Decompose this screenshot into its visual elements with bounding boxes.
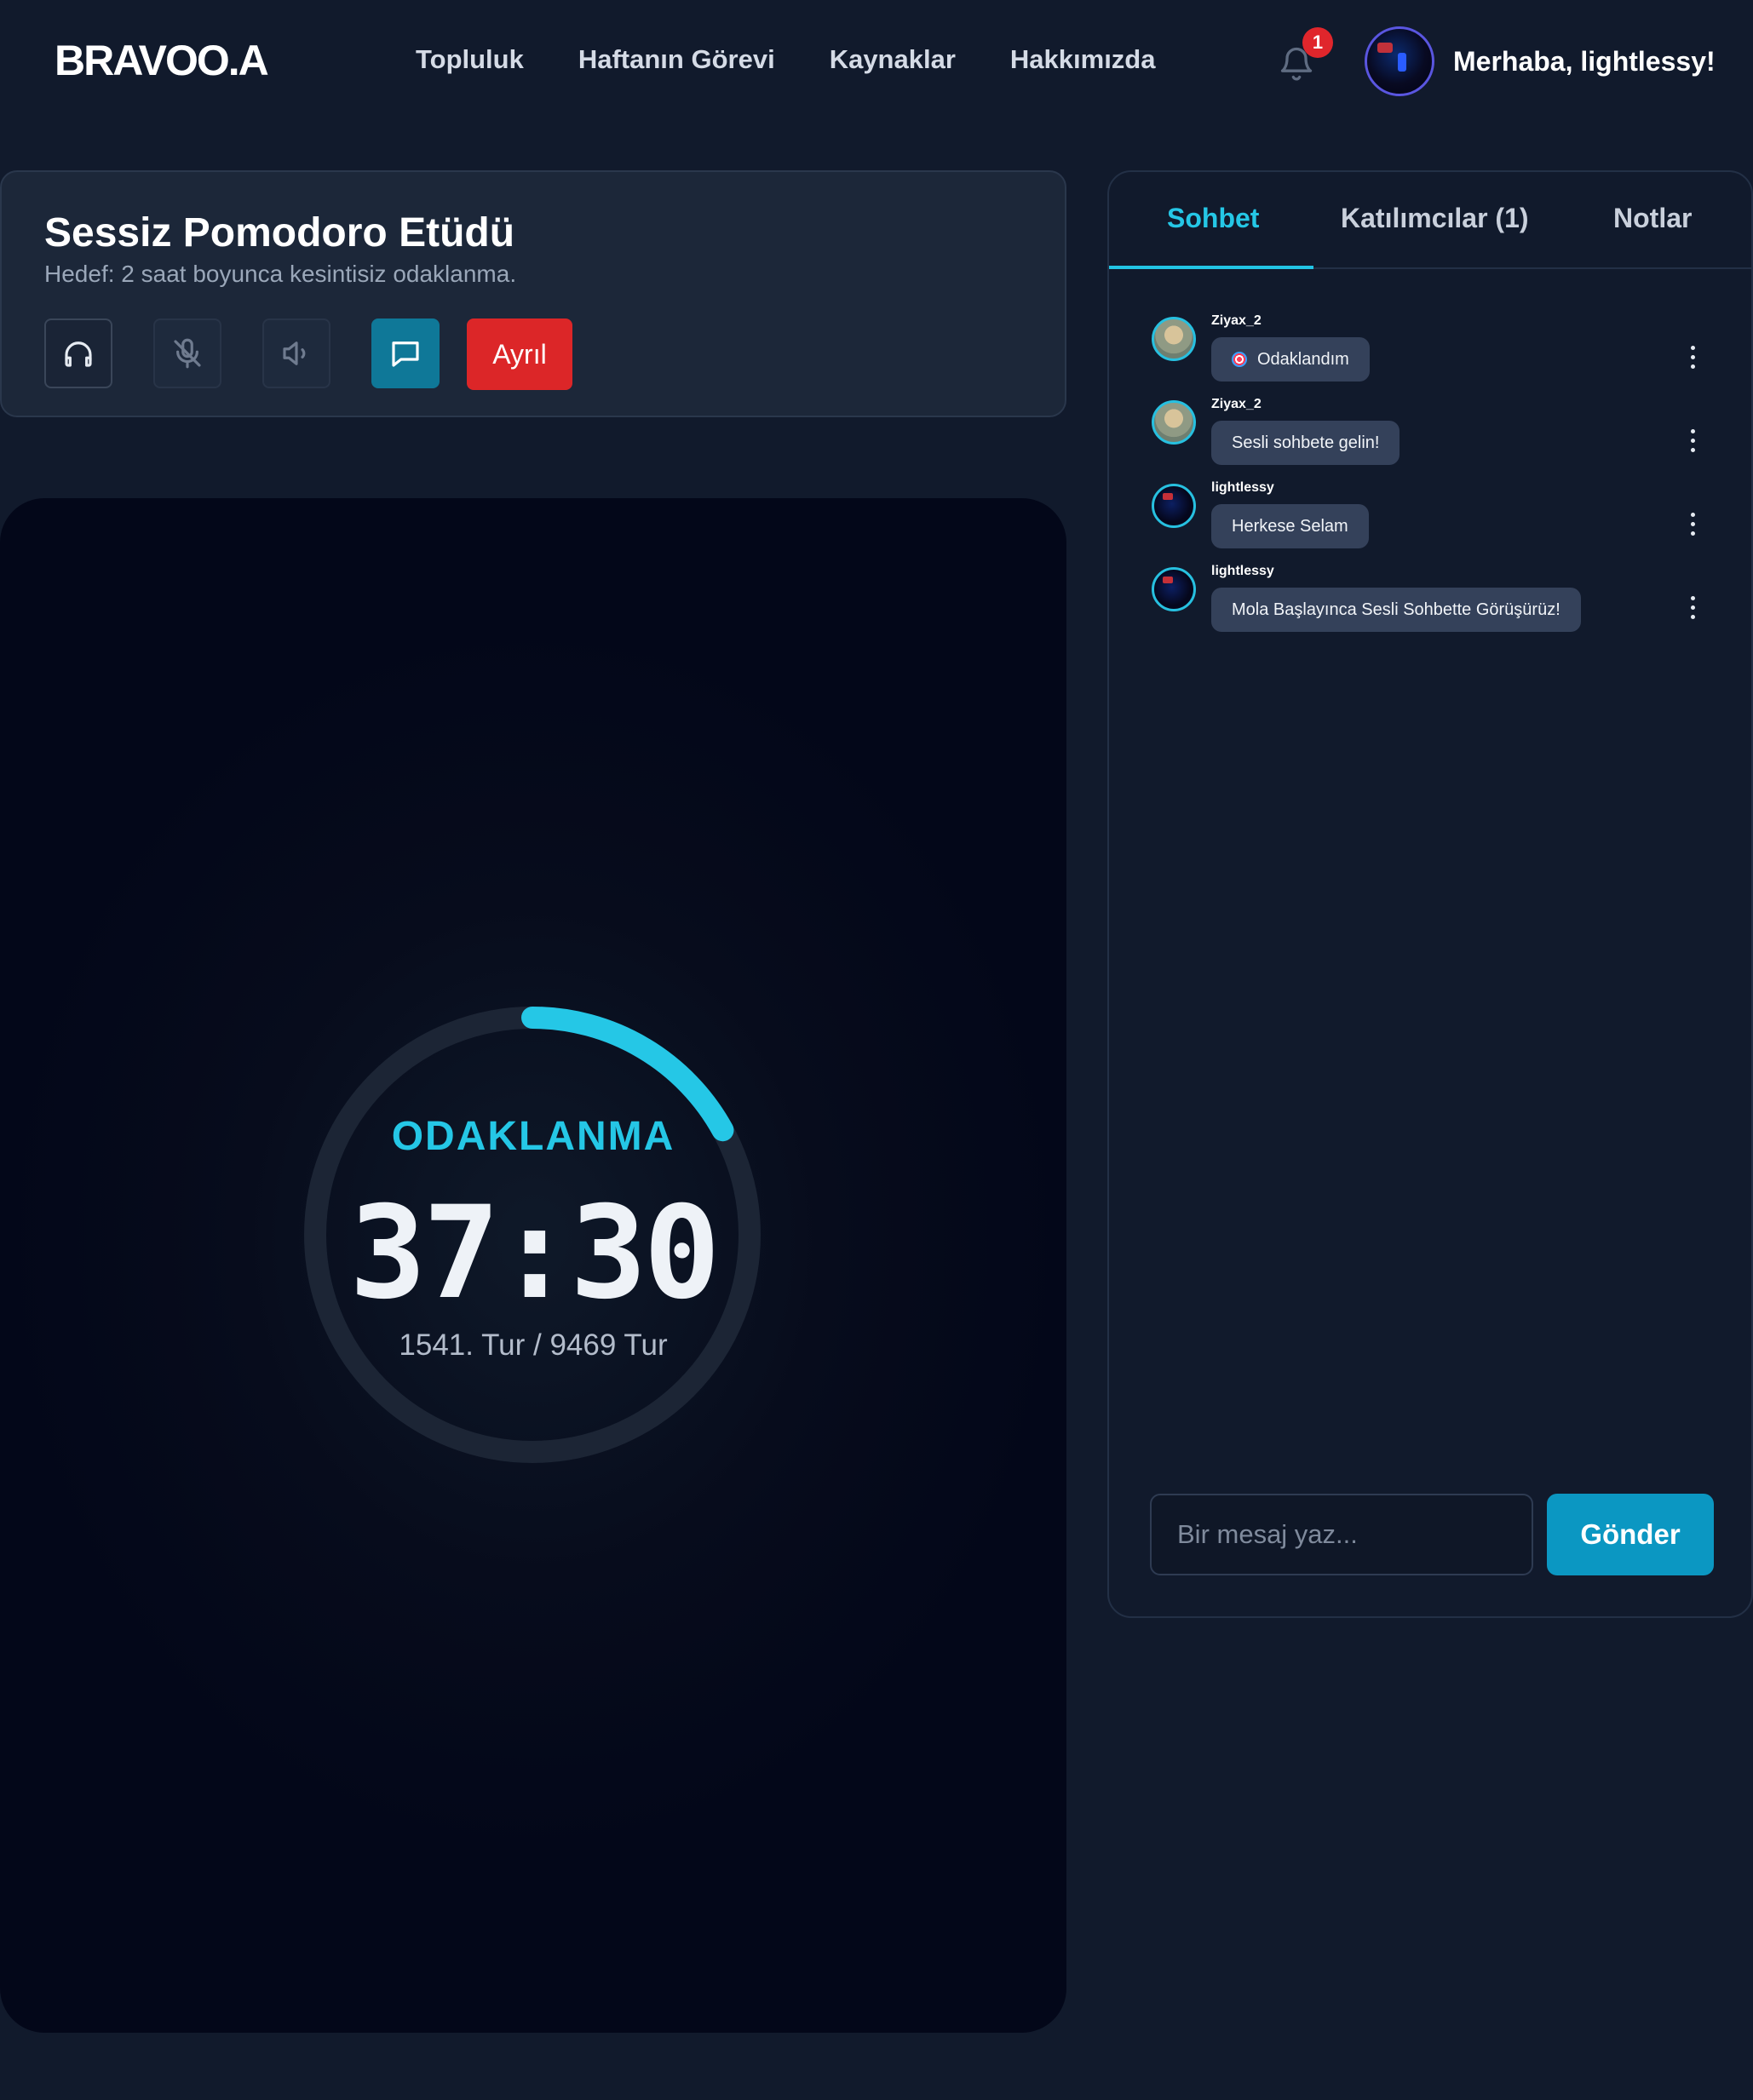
mic-toggle-button[interactable] bbox=[153, 318, 221, 388]
target-icon bbox=[1232, 352, 1247, 367]
message-bubble: Sesli sohbete gelin! bbox=[1211, 421, 1400, 465]
tab-sohbet[interactable]: Sohbet bbox=[1167, 203, 1259, 234]
headphones-button[interactable] bbox=[44, 318, 112, 388]
side-panel: Sohbet Katılımcılar (1) Notlar Ziyax_2 O… bbox=[1107, 170, 1753, 1618]
timer-countdown: 37:30 bbox=[349, 1179, 721, 1328]
more-options-icon[interactable] bbox=[1678, 339, 1709, 376]
nav-link-hakkimizda[interactable]: Hakkımızda bbox=[1010, 44, 1156, 75]
chat-message: lightlessy Herkese Selam bbox=[1152, 480, 1714, 562]
message-author: Ziyax_2 bbox=[1211, 397, 1262, 411]
chat-message: Ziyax_2 Sesli sohbete gelin! bbox=[1152, 397, 1714, 479]
avatar[interactable] bbox=[1152, 484, 1196, 528]
nav-links: Topluluk Haftanın Görevi Kaynaklar Hakkı… bbox=[416, 44, 1155, 75]
message-text: Odaklandım bbox=[1257, 349, 1349, 369]
user-avatar[interactable] bbox=[1365, 26, 1434, 96]
message-author: lightlessy bbox=[1211, 564, 1274, 578]
message-text: Herkese Selam bbox=[1232, 516, 1348, 536]
message-author: lightlessy bbox=[1211, 480, 1274, 495]
speaker-button[interactable] bbox=[262, 318, 330, 388]
avatar[interactable] bbox=[1152, 400, 1196, 445]
more-options-icon[interactable] bbox=[1678, 506, 1709, 543]
avatar[interactable] bbox=[1152, 317, 1196, 361]
tab-notlar[interactable]: Notlar bbox=[1613, 203, 1692, 234]
speaker-icon bbox=[283, 341, 306, 365]
message-bubble: Herkese Selam bbox=[1211, 504, 1369, 548]
more-options-icon[interactable] bbox=[1678, 422, 1709, 460]
headphones-icon bbox=[65, 341, 92, 367]
message-author: Ziyax_2 bbox=[1211, 313, 1262, 328]
nav-link-kaynaklar[interactable]: Kaynaklar bbox=[830, 44, 956, 75]
room-goal: Hedef: 2 saat boyunca kesintisiz odaklan… bbox=[44, 261, 517, 287]
navbar: BRAVOO.A Topluluk Haftanın Görevi Kaynak… bbox=[0, 0, 1753, 123]
chat-button[interactable] bbox=[371, 318, 440, 388]
message-bubble: Odaklandım bbox=[1211, 337, 1370, 382]
room-title: Sessiz Pomodoro Etüdü bbox=[44, 210, 515, 255]
logo[interactable]: BRAVOO.A bbox=[55, 36, 269, 85]
active-tab-indicator bbox=[1109, 266, 1313, 269]
message-text: Sesli sohbete gelin! bbox=[1232, 433, 1380, 452]
mic-off-icon bbox=[174, 338, 201, 369]
send-button[interactable]: Gönder bbox=[1547, 1494, 1714, 1575]
message-text: Mola Başlayınca Sesli Sohbette Görüşürüz… bbox=[1232, 600, 1560, 619]
timer-round-counter: 1541. Tur / 9469 Tur bbox=[399, 1328, 668, 1362]
chat-message: lightlessy Mola Başlayınca Sesli Sohbett… bbox=[1152, 564, 1714, 645]
message-bubble: Mola Başlayınca Sesli Sohbette Görüşürüz… bbox=[1211, 588, 1581, 632]
room-header-card: Sessiz Pomodoro Etüdü Hedef: 2 saat boyu… bbox=[0, 170, 1066, 417]
tab-katilimcilar[interactable]: Katılımcılar (1) bbox=[1341, 203, 1529, 234]
notification-badge: 1 bbox=[1302, 27, 1333, 58]
message-input[interactable] bbox=[1150, 1494, 1533, 1575]
chat-message: Ziyax_2 Odaklandım bbox=[1152, 313, 1714, 395]
user-greeting: Merhaba, lightlessy! bbox=[1453, 46, 1716, 77]
nav-link-haftanin-gorevi[interactable]: Haftanın Görevi bbox=[578, 44, 775, 75]
timer-panel: ODAKLANMA 37:30 1541. Tur / 9469 Tur bbox=[0, 498, 1066, 2033]
side-tabs: Sohbet Katılımcılar (1) Notlar bbox=[1109, 172, 1753, 269]
chat-icon bbox=[392, 341, 419, 367]
nav-link-topluluk[interactable]: Topluluk bbox=[416, 44, 524, 75]
timer-phase-label: ODAKLANMA bbox=[391, 1114, 675, 1159]
avatar[interactable] bbox=[1152, 567, 1196, 611]
leave-room-button[interactable]: Ayrıl bbox=[467, 318, 572, 390]
more-options-icon[interactable] bbox=[1678, 589, 1709, 627]
